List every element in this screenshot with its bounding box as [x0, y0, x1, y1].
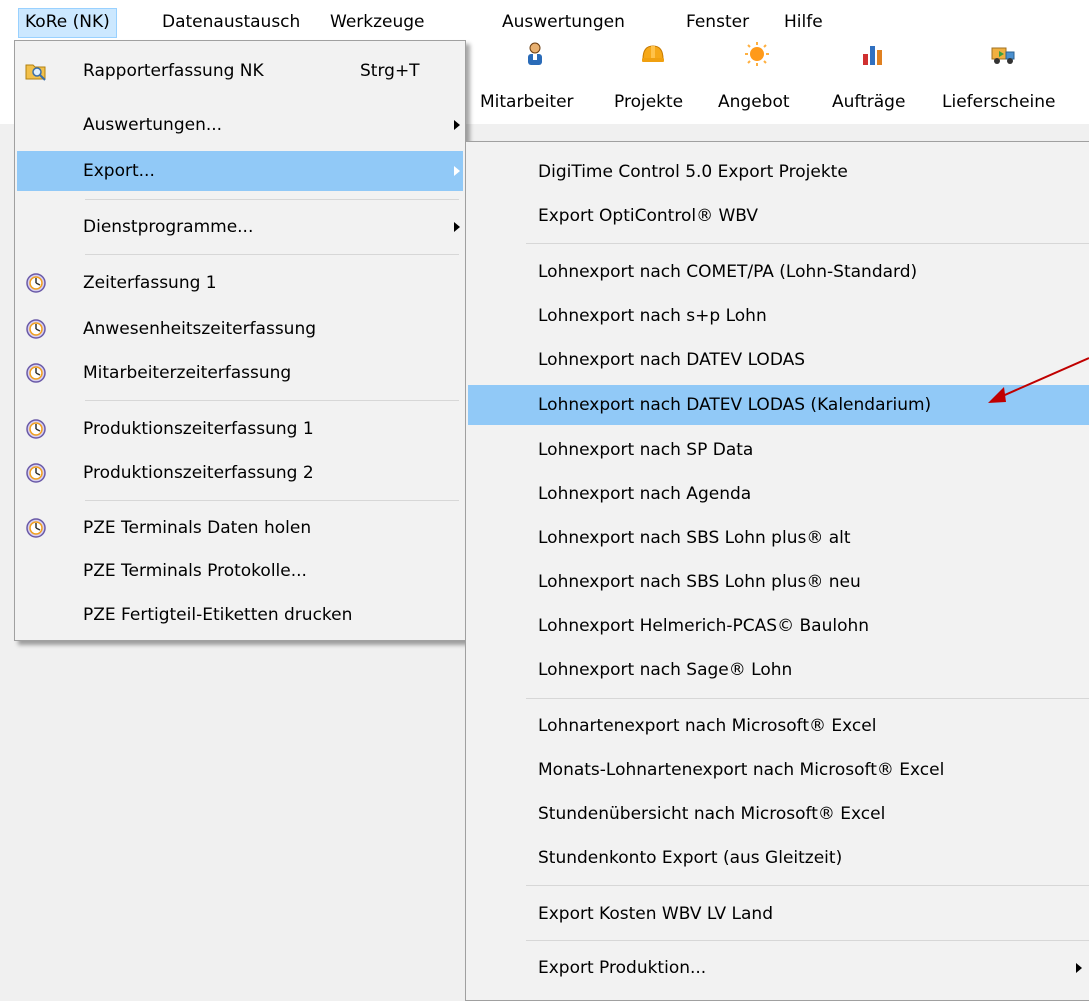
truck-icon [991, 47, 1015, 64]
export-item-sbs-alt[interactable]: Lohnexport nach SBS Lohn plus® alt [468, 518, 1089, 558]
menu-hilfe[interactable]: Hilfe [778, 8, 829, 38]
export-item-comet[interactable]: Lohnexport nach COMET/PA (Lohn-Standard) [468, 252, 1089, 292]
submenu-arrow-icon [454, 166, 460, 176]
toolbar-label: Projekte [614, 92, 684, 112]
menu-separator [526, 885, 1089, 886]
menu-kore-nk[interactable]: KoRe (NK) [18, 8, 117, 38]
export-item-stundenuebersicht-excel[interactable]: Stundenübersicht nach Microsoft® Excel [468, 794, 1089, 834]
menu-item-label: Stundenkonto Export (aus Gleitzeit) [538, 848, 843, 868]
menu-item-label: Rapporterfassung NK [83, 61, 264, 81]
menu-item-label: PZE Terminals Protokolle... [83, 561, 307, 581]
menu-separator [85, 199, 459, 200]
menu-item-label: Lohnexport nach Sage® Lohn [538, 660, 793, 680]
toolbar-label: Angebot [718, 92, 790, 112]
menu-item-label: PZE Terminals Daten holen [83, 518, 312, 538]
export-item-produktion[interactable]: Export Produktion... [468, 948, 1089, 988]
menu-fenster[interactable]: Fenster [680, 8, 755, 38]
menu-item-label: Lohnexport nach SBS Lohn plus® neu [538, 572, 861, 592]
annotation-arrow-icon [988, 357, 1089, 403]
menu-separator [85, 400, 459, 401]
menu-item-mitarbeiterzeiterfassung[interactable]: Mitarbeiterzeiterfassung [17, 353, 463, 393]
menu-item-label: Lohnexport nach Agenda [538, 484, 752, 504]
menu-item-auswertungen[interactable]: Auswertungen... [17, 105, 463, 145]
menu-item-label: Anwesenheitszeiterfassung [83, 319, 317, 339]
menu-item-dienstprogramme[interactable]: Dienstprogramme... [17, 207, 463, 247]
export-item-sbs-neu[interactable]: Lohnexport nach SBS Lohn plus® neu [468, 562, 1089, 602]
menu-item-label: Lohnexport nach DATEV LODAS [538, 350, 806, 370]
menu-item-label: Zeiterfassung 1 [83, 273, 217, 293]
shortcut-label: Strg+T [360, 61, 420, 81]
export-item-sp-data[interactable]: Lohnexport nach SP Data [468, 430, 1089, 470]
menu-item-label: Dienstprogramme... [83, 217, 254, 237]
clock-icon [26, 419, 46, 439]
export-item-opticontrol[interactable]: Export OptiControl® WBV [468, 196, 1089, 236]
export-item-sage[interactable]: Lohnexport nach Sage® Lohn [468, 650, 1089, 690]
export-item-sp-lohn[interactable]: Lohnexport nach s+p Lohn [468, 296, 1089, 336]
clock-icon [26, 363, 46, 383]
submenu-arrow-icon [454, 222, 460, 232]
clock-icon [26, 273, 46, 293]
menu-datenaustausch[interactable]: Datenaustausch [156, 8, 306, 38]
toolbar-label: Mitarbeiter [480, 92, 574, 112]
menu-item-label: Auswertungen... [83, 115, 223, 135]
helmet-icon [642, 45, 664, 62]
menu-auswertungen[interactable]: Auswertungen [496, 8, 631, 38]
menu-item-pze-daten-holen[interactable]: PZE Terminals Daten holen [17, 508, 463, 548]
menu-item-label: Lohnexport nach DATEV LODAS (Kalendarium… [538, 395, 932, 415]
menu-item-label: Lohnexport nach s+p Lohn [538, 306, 767, 326]
export-item-kosten-wbv[interactable]: Export Kosten WBV LV Land [468, 894, 1089, 934]
menu-item-label: Export Kosten WBV LV Land [538, 904, 773, 924]
menu-item-label: Lohnartenexport nach Microsoft® Excel [538, 716, 877, 736]
menu-item-label: Lohnexport Helmerich-PCAS© Baulohn [538, 616, 870, 636]
menu-separator [85, 254, 459, 255]
sun-icon [745, 42, 769, 66]
export-item-monats-lohnarten-excel[interactable]: Monats-Lohnartenexport nach Microsoft® E… [468, 750, 1089, 790]
menu-item-label: PZE Fertigteil-Etiketten drucken [83, 605, 353, 625]
menu-bar: KoRe (NK) Datenaustausch Werkzeuge Auswe… [0, 0, 1089, 42]
clock-icon [26, 518, 46, 538]
menu-item-label: Export OptiControl® WBV [538, 206, 759, 226]
menu-item-label: Produktionszeiterfassung 1 [83, 419, 314, 439]
menu-item-label: Export... [83, 161, 155, 181]
menu-separator [526, 243, 1089, 244]
menu-item-pze-etiketten[interactable]: PZE Fertigteil-Etiketten drucken [17, 595, 463, 635]
export-submenu: DigiTime Control 5.0 Export Projekte Exp… [465, 141, 1089, 1001]
menu-item-pze-protokolle[interactable]: PZE Terminals Protokolle... [17, 551, 463, 591]
export-item-agenda[interactable]: Lohnexport nach Agenda [468, 474, 1089, 514]
menu-item-label: Lohnexport nach SP Data [538, 440, 754, 460]
menu-separator [85, 500, 459, 501]
menu-item-label: Export Produktion... [538, 958, 707, 978]
menu-item-label: Lohnexport nach SBS Lohn plus® alt [538, 528, 851, 548]
menu-separator [526, 940, 1089, 941]
kore-dropdown-menu: Rapporterfassung NK Strg+T Auswertungen.… [14, 40, 466, 641]
menu-item-produktionszeiterfassung-1[interactable]: Produktionszeiterfassung 1 [17, 409, 463, 449]
menu-item-label: Mitarbeiterzeiterfassung [83, 363, 292, 383]
person-icon [528, 42, 542, 65]
menu-werkzeuge[interactable]: Werkzeuge [324, 8, 431, 38]
menu-item-rapporterfassung[interactable]: Rapporterfassung NK Strg+T [17, 51, 463, 91]
menu-item-anwesenheitszeiterfassung[interactable]: Anwesenheitszeiterfassung [17, 309, 463, 349]
export-item-stundenkonto[interactable]: Stundenkonto Export (aus Gleitzeit) [468, 838, 1089, 878]
clock-icon [26, 319, 46, 339]
menu-item-export[interactable]: Export... [17, 151, 463, 191]
menu-item-label: Lohnexport nach COMET/PA (Lohn-Standard) [538, 262, 918, 282]
bar-chart-icon [863, 46, 882, 65]
menu-item-label: Monats-Lohnartenexport nach Microsoft® E… [538, 760, 945, 780]
clock-icon [26, 463, 46, 483]
menu-item-label: Stundenübersicht nach Microsoft® Excel [538, 804, 886, 824]
submenu-arrow-icon [454, 120, 460, 130]
submenu-arrow-icon [1076, 963, 1082, 973]
menu-item-label: Produktionszeiterfassung 2 [83, 463, 314, 483]
export-item-lohnarten-excel[interactable]: Lohnartenexport nach Microsoft® Excel [468, 706, 1089, 746]
menu-item-produktionszeiterfassung-2[interactable]: Produktionszeiterfassung 2 [17, 453, 463, 493]
magnifier-folder-icon [25, 64, 46, 81]
export-item-helmerich[interactable]: Lohnexport Helmerich-PCAS© Baulohn [468, 606, 1089, 646]
toolbar-label: Aufträge [832, 92, 906, 112]
export-item-digitime[interactable]: DigiTime Control 5.0 Export Projekte [468, 152, 1089, 192]
menu-item-zeiterfassung-1[interactable]: Zeiterfassung 1 [17, 263, 463, 303]
menu-item-label: DigiTime Control 5.0 Export Projekte [538, 162, 848, 182]
toolbar-label: Lieferscheine [942, 92, 1056, 112]
menu-separator [526, 698, 1089, 699]
